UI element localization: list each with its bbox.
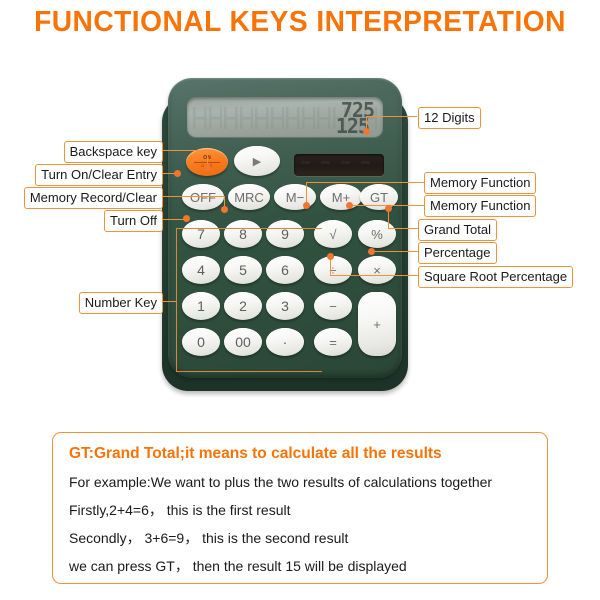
- lcd-display: 725 125: [187, 97, 383, 137]
- leader-backspace-h: [163, 150, 208, 152]
- leader-dot-memfn1: [303, 202, 310, 209]
- play-arrow-icon: ▶: [252, 155, 262, 168]
- leader-dot-digits: [363, 128, 370, 135]
- leader-sqrt-v: [330, 258, 332, 276]
- key-mrc[interactable]: MRC: [228, 184, 270, 210]
- leader-memfn1-h: [306, 182, 424, 184]
- label-turn-on-clear-entry: Turn On/Clear Entry: [35, 164, 163, 186]
- leader-dot-sqrt: [327, 253, 334, 260]
- key-backspace[interactable]: ▶: [234, 146, 280, 176]
- leader-dot-off: [183, 215, 190, 222]
- leader-sqrt-h: [330, 275, 418, 277]
- gt-explanation-line: Firstly,2+4=6， this is the first result: [69, 502, 291, 519]
- label-memory-function-2: Memory Function: [424, 195, 537, 217]
- label-12-digits: 12 Digits: [418, 107, 481, 129]
- leader-dot-gt: [385, 205, 392, 212]
- key-label: GT: [369, 189, 389, 205]
- page-title: FUNCTIONAL KEYS INTERPRETATION: [34, 6, 566, 38]
- key-plus[interactable]: +: [358, 292, 396, 356]
- leader-digits-h: [367, 116, 417, 118]
- gt-explanation-line: we can press GT， then the result 15 will…: [69, 558, 407, 575]
- leader-dot-on: [174, 170, 181, 177]
- key-label: +: [373, 316, 381, 332]
- label-backspace-key: Backspace key: [63, 141, 163, 163]
- leader-gt-h: [388, 228, 418, 230]
- key-label: %: [371, 226, 383, 242]
- sqrt-icon: √: [329, 226, 337, 242]
- key-label: MRC: [234, 189, 264, 205]
- key-multiply[interactable]: ×: [358, 256, 396, 284]
- label-memory-record-clear: Memory Record/Clear: [23, 187, 163, 209]
- key-percent[interactable]: %: [358, 220, 396, 248]
- gt-explanation-line: For example:We want to plus the two resu…: [69, 474, 493, 490]
- key-label: =: [329, 334, 337, 350]
- key-label: M−: [285, 189, 305, 205]
- label-memory-function-1: Memory Function: [424, 172, 537, 194]
- leader-dot-backspace: [204, 164, 211, 171]
- solar-panel: [294, 154, 384, 176]
- leader-dot-memfn2: [346, 202, 353, 209]
- leader-numberkey-h: [163, 301, 177, 303]
- label-square-root-percentage: Square Root Percentage: [418, 266, 574, 288]
- number-key-bracket: [176, 228, 322, 372]
- label-percentage: Percentage: [418, 242, 497, 264]
- leader-mrc-h: [163, 196, 225, 198]
- leader-dot-mrc: [221, 206, 228, 213]
- key-label: −: [329, 298, 337, 314]
- leader-dot-percent: [368, 248, 375, 255]
- gt-explanation-line: Secondly， 3+6=9， this is the second resu…: [69, 530, 349, 547]
- gt-explanation-box: GT:Grand Total;it means to calculate all…: [52, 432, 548, 584]
- label-number-key: Number Key: [78, 292, 163, 314]
- leader-gt-v: [388, 210, 390, 229]
- gt-explanation-heading: GT:Grand Total;it means to calculate all…: [69, 445, 442, 462]
- leader-percent-h: [372, 251, 418, 253]
- label-turn-off: Turn Off: [104, 210, 163, 232]
- label-grand-total: Grand Total: [418, 219, 497, 241]
